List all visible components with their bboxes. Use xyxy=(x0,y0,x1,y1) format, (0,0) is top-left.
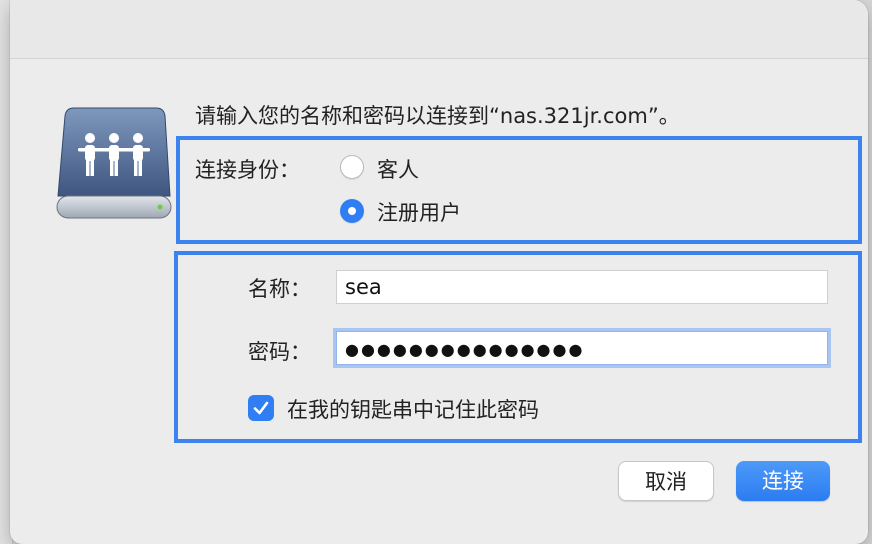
remember-password-checkbox[interactable] xyxy=(248,395,274,421)
guest-radio[interactable] xyxy=(340,155,364,179)
connect-dialog: 请输入您的名称和密码以连接到“nas.321jr.com”。 连接身份： 客人 … xyxy=(10,0,868,544)
connect-button[interactable]: 连接 xyxy=(736,461,830,501)
name-input-value: sea xyxy=(345,275,382,299)
remember-password-label[interactable]: 在我的钥匙串中记住此密码 xyxy=(287,394,539,424)
identity-label: 连接身份： xyxy=(195,158,300,182)
shared-server-icon xyxy=(56,107,172,219)
registered-user-radio-label[interactable]: 注册用户 xyxy=(377,197,461,227)
password-label: 密码： xyxy=(248,340,311,364)
dialog-prompt: 请输入您的名称和密码以连接到“nas.321jr.com”。 xyxy=(195,104,680,128)
identity-highlight-box xyxy=(176,136,862,244)
registered-user-radio[interactable] xyxy=(340,199,364,223)
password-input[interactable]: ●●●●●●●●●●●●●●● xyxy=(336,331,828,365)
cancel-button[interactable]: 取消 xyxy=(618,461,714,501)
dialog-titlebar xyxy=(10,0,868,59)
checkmark-icon xyxy=(253,401,269,415)
name-label: 名称： xyxy=(248,277,311,301)
guest-radio-label[interactable]: 客人 xyxy=(377,154,419,184)
name-input[interactable]: sea xyxy=(336,270,828,304)
password-input-value: ●●●●●●●●●●●●●●● xyxy=(345,340,585,359)
